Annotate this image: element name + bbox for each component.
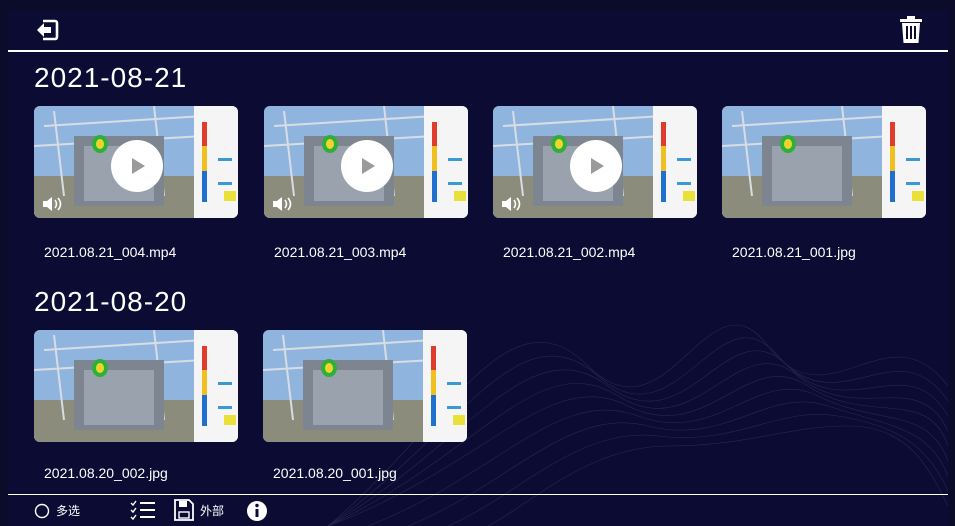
media-thumbnail[interactable] (263, 330, 467, 442)
save-disk-icon (174, 499, 194, 521)
external-label: 外部 (200, 503, 225, 518)
info-icon[interactable] (246, 500, 268, 522)
footer-divider (8, 494, 948, 495)
media-thumbnail[interactable] (493, 106, 697, 218)
top-toolbar (8, 10, 948, 50)
date-heading: 2021-08-21 (34, 62, 188, 93)
checklist-icon[interactable] (130, 499, 156, 521)
back-exit-icon[interactable] (30, 14, 64, 46)
date-heading: 2021-08-20 (34, 286, 188, 317)
play-icon[interactable] (570, 140, 622, 192)
media-thumbnail[interactable] (722, 106, 926, 218)
speaker-icon (501, 196, 523, 217)
trash-icon[interactable] (894, 14, 928, 46)
speaker-icon (272, 196, 294, 217)
media-thumbnail[interactable] (34, 330, 238, 442)
file-name[interactable]: 2021.08.20_002.jpg (44, 465, 248, 481)
thumbnail-image (722, 106, 926, 218)
speaker-icon (42, 196, 64, 217)
media-thumbnail[interactable] (264, 106, 468, 218)
file-name[interactable]: 2021.08.21_004.mp4 (44, 244, 248, 260)
file-name[interactable]: 2021.08.21_003.mp4 (274, 244, 478, 260)
external-storage-button[interactable]: 外部 (174, 499, 224, 521)
file-name[interactable]: 2021.08.20_001.jpg (273, 465, 477, 481)
radio-circle-icon (34, 503, 50, 518)
thumbnail-image (263, 330, 467, 442)
media-thumbnail[interactable] (34, 106, 238, 218)
play-icon[interactable] (341, 140, 393, 192)
thumbnail-image (34, 330, 238, 442)
bottom-toolbar: 多选 外部 (8, 496, 948, 526)
file-name[interactable]: 2021.08.21_001.jpg (732, 244, 936, 260)
multi-select-toggle[interactable]: 多选 (34, 502, 80, 519)
gallery-window: 2021-08-21 2021.08.21_004.mp4 2021.08.21… (8, 10, 948, 526)
play-icon[interactable] (111, 140, 163, 192)
file-name[interactable]: 2021.08.21_002.mp4 (503, 244, 707, 260)
header-divider (8, 50, 948, 52)
multi-select-label: 多选 (56, 504, 81, 518)
